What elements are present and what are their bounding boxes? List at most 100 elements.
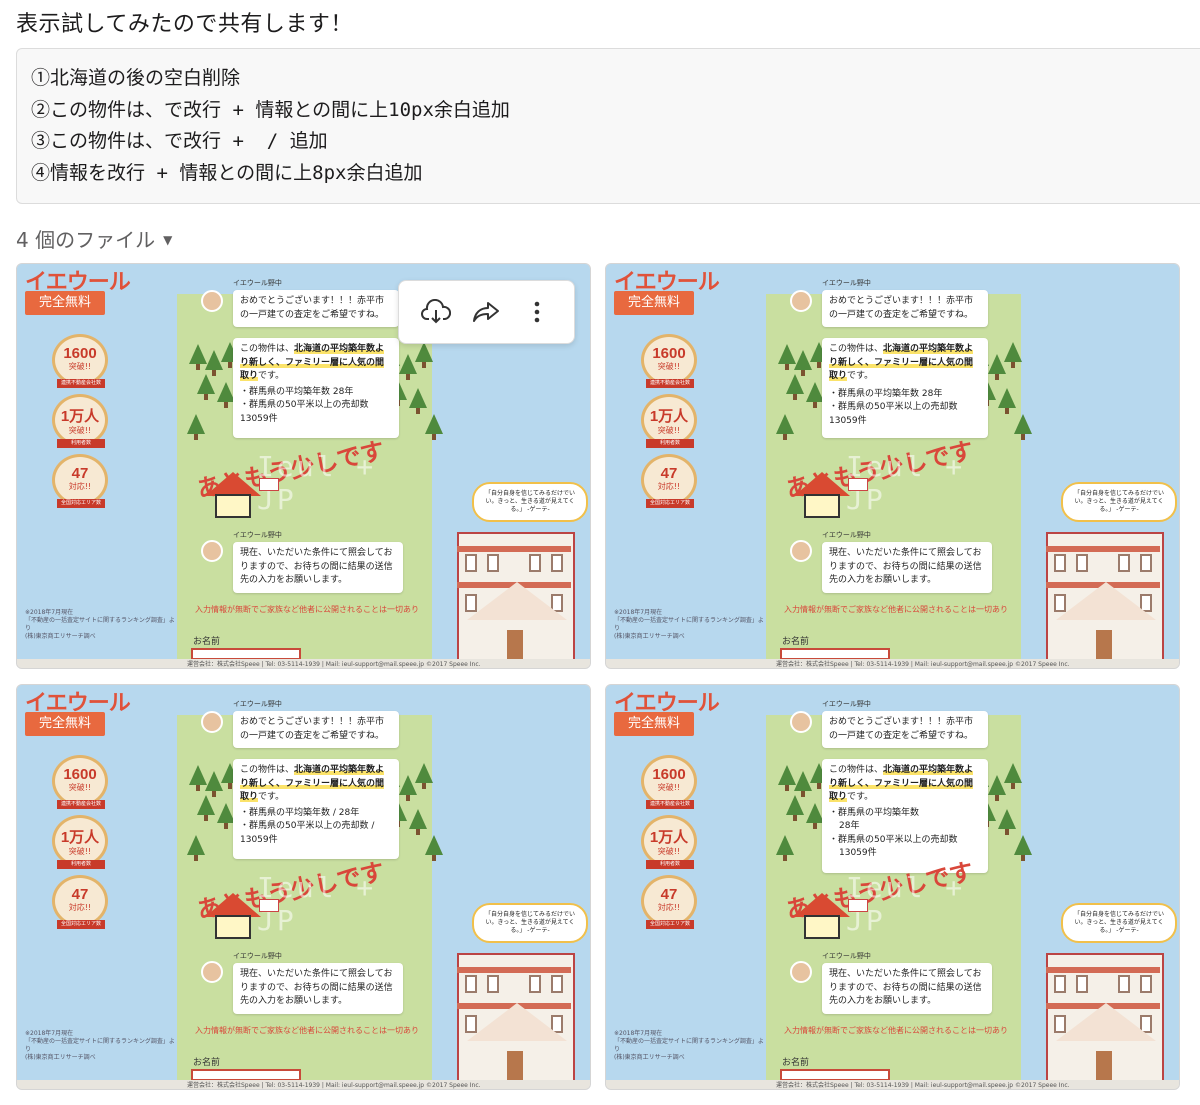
screenshot-preview: イエウール 完全無料 1600 突破!! 連携不動産会社数 1万人 突破!! 利… [17, 685, 590, 1080]
privacy-note: 入力情報が無断でご家族など他者に公開されることは一切あり [195, 605, 419, 614]
agent-avatar [790, 540, 812, 562]
tree-icon [187, 835, 205, 861]
free-badge: 完全無料 [25, 291, 105, 315]
medal-ribbon: 利用者数 [57, 439, 105, 448]
medal-subtext: 突破!! [68, 426, 92, 435]
medal-badge: 47 対応!! 全国対応エリア数 [641, 454, 697, 508]
info-line: 13059件 [240, 834, 278, 845]
tree-icon [998, 809, 1016, 835]
flag-icon [259, 899, 279, 912]
medal-badge: 1万人 突破!! 利用者数 [641, 815, 697, 869]
ranking-footnote: ※2018年7月現在 「不動産の一括査定サイトに関するランキング調査」より (株… [614, 609, 764, 640]
agent-avatar [201, 961, 223, 983]
house-mascot-icon [794, 893, 850, 939]
files-count-label: 4 個のファイル [16, 228, 156, 252]
info-line: ・群馬県の50平米以上の売却数 [240, 400, 369, 410]
property-end: です。 [258, 792, 285, 802]
info-line: 13059件 [829, 415, 867, 426]
watermark-text: Ieul + JP [257, 450, 377, 516]
medal-subtext: 突破!! [68, 362, 92, 371]
reply-bubble: 現在、いただいた条件にて照会しておりますので、お待ちの間に結果の送信先の入力をお… [233, 542, 403, 593]
house-illustration [1046, 532, 1164, 659]
file-preview-card[interactable]: イエウール 完全無料 1600 突破!! 連携不動産会社数 1万人 突破!! 利… [605, 684, 1180, 1090]
medal-badge: 1万人 突破!! 利用者数 [641, 394, 697, 448]
medal-ribbon: 利用者数 [57, 860, 105, 869]
agent-name: イエウール野中 [822, 952, 871, 960]
files-toggle[interactable]: 4 個のファイル ▼ [16, 224, 172, 253]
download-button[interactable] [416, 292, 456, 332]
goethe-quote: 「自分自身を信じてみるだけでいい。きっと、生きる道が見えてくる。」 -ゲーテ- [472, 482, 588, 522]
greeting-bubble: おめでとうございます！！！赤平市の一戸建ての査定をご希望ですね。 [233, 711, 399, 748]
medal-number: 1600 [652, 766, 686, 783]
agent-avatar [201, 290, 223, 312]
privacy-note: 入力情報が無断でご家族など他者に公開されることは一切あり [784, 605, 1008, 614]
medal-number: 1万人 [649, 829, 689, 846]
chat-field: イエウール野中 おめでとうございます！！！赤平市の一戸建ての査定をご希望ですね。… [177, 685, 443, 1080]
privacy-note: 入力情報が無断でご家族など他者に公開されることは一切あり [195, 1026, 419, 1035]
name-input [780, 1069, 890, 1080]
tree-icon [409, 809, 427, 835]
tree-icon [415, 763, 433, 789]
free-badge: 完全無料 [614, 291, 694, 315]
medal-number: 1万人 [649, 408, 689, 425]
cloud-download-icon [421, 299, 452, 324]
info-line: 13059件 [240, 413, 278, 424]
property-bubble: この物件は、北海道の平均築年数より新しく、ファミリー層に人気の間取りです。 ・群… [822, 338, 988, 438]
flag-icon [848, 899, 868, 912]
tree-icon [425, 414, 443, 440]
greeting-bubble: おめでとうございます！！！赤平市の一戸建ての査定をご希望ですね。 [822, 711, 988, 748]
screenshot-preview: イエウール 完全無料 1600 突破!! 連携不動産会社数 1万人 突破!! 利… [606, 685, 1179, 1080]
agent-name: イエウール野中 [233, 952, 282, 960]
medal-subtext: 突破!! [68, 783, 92, 792]
tree-icon [425, 835, 443, 861]
quote-line-3: ③この物件は、で改行 + / 追加 [31, 130, 328, 152]
share-button[interactable] [466, 292, 506, 332]
medal-number: 1600 [63, 766, 97, 783]
house-mascot-icon [794, 472, 850, 518]
medal-badge: 1600 突破!! 連携不動産会社数 [52, 755, 108, 809]
quote-line-1: ①北海道の後の空白削除 [31, 67, 241, 89]
agent-avatar [790, 961, 812, 983]
code-quote-box: ①北海道の後の空白削除 ②この物件は、で改行 + 情報との間に上10px余白追加… [16, 48, 1200, 204]
property-bubble: この物件は、北海道の平均築年数より新しく、ファミリー層に人気の間取りです。 ・群… [233, 759, 399, 859]
goethe-quote: 「自分自身を信じてみるだけでいい。きっと、生きる道が見えてくる。」 -ゲーテ- [1061, 482, 1177, 522]
name-input [191, 648, 301, 659]
site-footer: 運営会社：株式会社Speee | Tel: 03-5114-1939 | Mai… [606, 659, 1179, 668]
file-preview-card[interactable]: イエウール 完全無料 1600 突破!! 連携不動産会社数 1万人 突破!! 利… [605, 263, 1180, 669]
name-input [191, 1069, 301, 1080]
info-line: ・群馬県の平均築年数 28年 [829, 388, 943, 399]
file-preview-card[interactable]: イエウール 完全無料 1600 突破!! 連携不動産会社数 1万人 突破!! 利… [16, 684, 591, 1090]
privacy-note: 入力情報が無断でご家族など他者に公開されることは一切あり [784, 1026, 1008, 1035]
free-badge: 完全無料 [25, 712, 105, 736]
tree-icon [197, 795, 215, 821]
flag-icon [259, 478, 279, 491]
medal-subtext: 突破!! [657, 362, 681, 371]
medal-badge: 47 対応!! 全国対応エリア数 [52, 875, 108, 929]
ranking-footnote: ※2018年7月現在 「不動産の一括査定サイトに関するランキング調査」より (株… [614, 1030, 764, 1061]
agent-avatar [790, 711, 812, 733]
more-actions-button[interactable] [517, 292, 557, 332]
tree-icon [197, 374, 215, 400]
medal-ribbon: 連携不動産会社数 [57, 800, 105, 809]
medal-subtext: 対応!! [657, 903, 681, 912]
chat-field: イエウール野中 おめでとうございます！！！赤平市の一戸建ての査定をご希望ですね。… [177, 264, 443, 659]
tree-icon [776, 414, 794, 440]
left-panel: イエウール 完全無料 1600 突破!! 連携不動産会社数 1万人 突破!! 利… [17, 685, 177, 1080]
site-footer: 運営会社：株式会社Speee | Tel: 03-5114-1939 | Mai… [17, 659, 590, 668]
medal-ribbon: 連携不動産会社数 [646, 379, 694, 388]
info-line: ・群馬県の平均築年数 / 28年 [240, 807, 360, 818]
agent-name: イエウール野中 [233, 700, 282, 708]
property-intro: この物件は、 [829, 344, 884, 354]
info-line: ・群馬県の50平米以上の売却数 [829, 834, 958, 845]
medal-badge: 1万人 突破!! 利用者数 [52, 394, 108, 448]
tree-icon [786, 374, 804, 400]
property-intro: この物件は、 [240, 765, 295, 775]
medal-ribbon: 利用者数 [646, 860, 694, 869]
tree-icon [998, 388, 1016, 414]
property-end: です。 [847, 371, 874, 381]
watermark-text: Ieul + JP [257, 871, 377, 937]
medal-ribbon: 利用者数 [646, 439, 694, 448]
property-end: です。 [847, 792, 874, 802]
agent-name: イエウール野中 [233, 279, 282, 287]
ranking-footnote: ※2018年7月現在 「不動産の一括査定サイトに関するランキング調査」より (株… [25, 609, 175, 640]
